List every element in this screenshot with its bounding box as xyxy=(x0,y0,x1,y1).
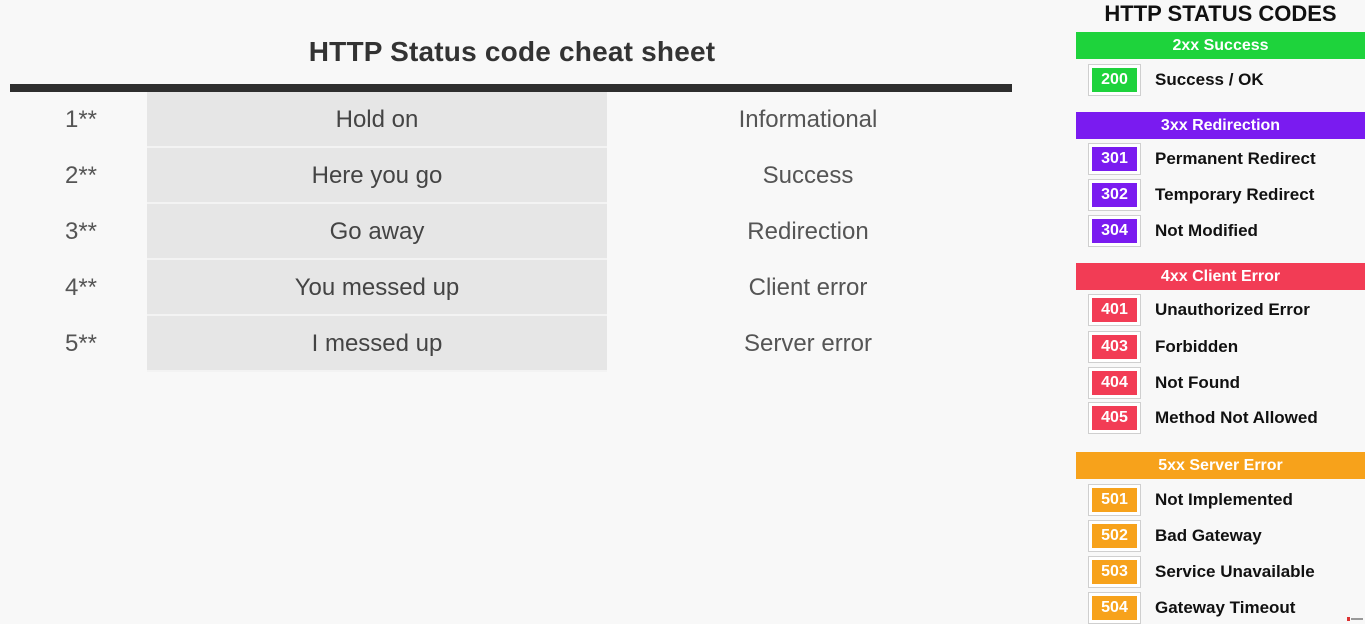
code-row-405: 405 Method Not Allowed xyxy=(1076,400,1365,436)
status-class-category: Redirection xyxy=(747,218,869,245)
status-class-message: Here you go xyxy=(147,148,607,204)
group-header-3xx: 3xx Redirection xyxy=(1076,112,1365,139)
code-row-502: 502 Bad Gateway xyxy=(1076,518,1365,554)
status-class-code: 1** xyxy=(64,106,98,133)
code-description: Gateway Timeout xyxy=(1155,598,1296,617)
table-row: 2** Here you go Success xyxy=(0,148,1030,204)
panel-title: HTTP STATUS CODES xyxy=(1104,1,1337,26)
code-badge: 501 xyxy=(1088,484,1141,516)
code-description: Service Unavailable xyxy=(1155,562,1315,581)
code-row-403: 403 Forbidden xyxy=(1076,329,1365,365)
code-badge: 405 xyxy=(1088,402,1141,434)
group-header-4xx: 4xx Client Error xyxy=(1076,263,1365,290)
code-description: Temporary Redirect xyxy=(1155,185,1315,204)
code-badge: 304 xyxy=(1088,215,1141,247)
table-row: 1** Hold on Informational xyxy=(0,92,1030,148)
status-class-message: Go away xyxy=(147,204,607,260)
code-row-401: 401 Unauthorized Error xyxy=(1076,292,1365,328)
code-description: Not Found xyxy=(1155,373,1240,392)
page-title: HTTP Status code cheat sheet xyxy=(308,36,716,67)
table-row: 4** You messed up Client error xyxy=(0,260,1030,316)
status-class-category: Informational xyxy=(738,106,878,133)
code-row-504: 504 Gateway Timeout xyxy=(1076,590,1365,624)
status-class-message: Hold on xyxy=(147,92,607,148)
code-description: Bad Gateway xyxy=(1155,526,1262,545)
code-description: Forbidden xyxy=(1155,337,1239,356)
table-row: 3** Go away Redirection xyxy=(0,204,1030,260)
code-description: Unauthorized Error xyxy=(1155,300,1310,319)
group-header-5xx: 5xx Server Error xyxy=(1076,452,1365,479)
status-class-category: Server error xyxy=(743,330,873,357)
status-class-code: 2** xyxy=(64,162,98,189)
code-row-302: 302 Temporary Redirect xyxy=(1076,177,1365,213)
table-row: 5** I messed up Server error xyxy=(0,316,1030,372)
code-row-501: 501 Not Implemented xyxy=(1076,482,1365,518)
code-description: Not Modified xyxy=(1155,221,1258,240)
code-badge: 302 xyxy=(1088,179,1141,211)
status-class-code: 5** xyxy=(64,330,98,357)
code-description: Not Implemented xyxy=(1155,490,1293,509)
cheat-sheet: HTTP Status code cheat sheet 1** Hold on… xyxy=(0,0,1030,624)
watermark-logo xyxy=(1347,617,1363,621)
status-class-message: I messed up xyxy=(147,316,607,372)
code-description: Success / OK xyxy=(1155,70,1264,89)
code-row-503: 503 Service Unavailable xyxy=(1076,554,1365,590)
code-badge: 401 xyxy=(1088,294,1141,326)
code-badge: 503 xyxy=(1088,556,1141,588)
code-row-404: 404 Not Found xyxy=(1076,365,1365,401)
status-class-category: Success xyxy=(762,162,854,189)
status-class-category: Client error xyxy=(748,274,868,301)
code-badge: 404 xyxy=(1088,367,1141,399)
status-class-code: 3** xyxy=(64,218,98,245)
cheat-sheet-table: 1** Hold on Informational 2** Here you g… xyxy=(0,92,1030,372)
code-row-304: 304 Not Modified xyxy=(1076,213,1365,249)
group-header-2xx: 2xx Success xyxy=(1076,32,1365,59)
code-description: Permanent Redirect xyxy=(1155,149,1316,168)
status-codes-panel: HTTP STATUS CODES 2xx Success 200 Succes… xyxy=(1076,0,1365,624)
code-row-200: 200 Success / OK xyxy=(1076,62,1365,98)
code-badge: 200 xyxy=(1088,64,1141,96)
status-class-code: 4** xyxy=(64,274,98,301)
code-badge: 403 xyxy=(1088,331,1141,363)
code-description: Method Not Allowed xyxy=(1155,408,1318,427)
title-divider xyxy=(10,84,1012,92)
status-class-message: You messed up xyxy=(147,260,607,316)
code-badge: 301 xyxy=(1088,143,1141,175)
code-row-301: 301 Permanent Redirect xyxy=(1076,141,1365,177)
code-badge: 502 xyxy=(1088,520,1141,552)
code-badge: 504 xyxy=(1088,592,1141,624)
